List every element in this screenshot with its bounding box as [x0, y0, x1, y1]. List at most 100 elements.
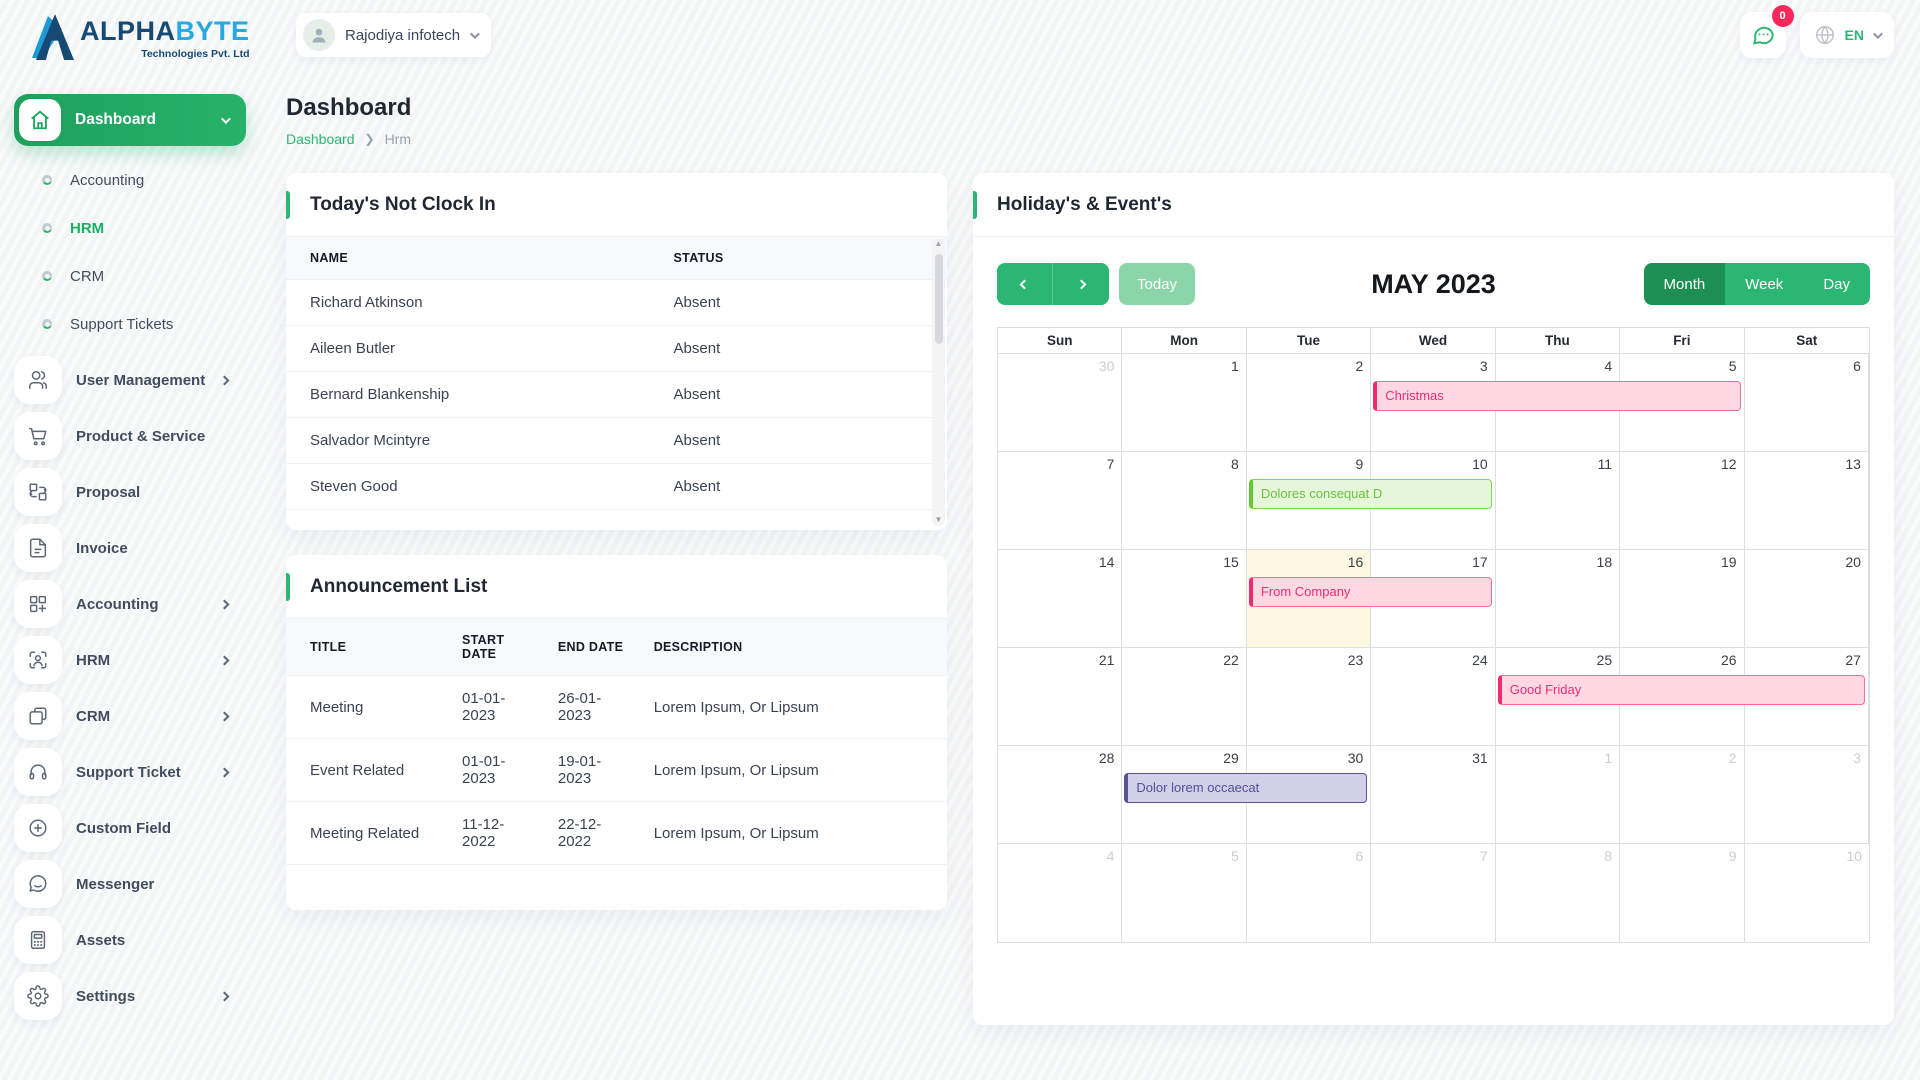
calendar-week-row: 1415 16 17 181920 From Company [998, 550, 1869, 648]
calendar-day-cell[interactable]: 28 [998, 746, 1122, 843]
sidebar-item-label: Assets [76, 932, 125, 949]
day-number: 25 [1597, 652, 1613, 668]
column-header: START DATE [438, 619, 534, 675]
calendar-view-week[interactable]: Week [1725, 263, 1803, 305]
day-number: 24 [1472, 652, 1488, 668]
calendar-day-cell[interactable]: 1 [1122, 354, 1246, 451]
calendar-day-cell[interactable]: 24 [1371, 648, 1495, 745]
sidebar-item-settings[interactable]: Settings [0, 968, 266, 1024]
day-number: 8 [1231, 456, 1239, 472]
proposal-icon [14, 468, 62, 516]
sidebar-subitem-support-tickets[interactable]: Support Tickets [0, 300, 266, 348]
table-row: Aileen ButlerAbsent [286, 326, 947, 372]
calendar-day-cell[interactable]: 4 [998, 844, 1122, 942]
calendar-day-cell[interactable]: 11 [1496, 452, 1620, 549]
day-number: 17 [1472, 554, 1488, 570]
breadcrumb-dashboard[interactable]: Dashboard [286, 131, 355, 147]
calendar-day-cell[interactable]: 15 [1122, 550, 1246, 647]
calendar-day-cell[interactable]: 5 [1122, 844, 1246, 942]
sidebar-item-proposal[interactable]: Proposal [0, 464, 266, 520]
calendar-day-cell[interactable]: 2 [1247, 354, 1371, 451]
sidebar-item-label: Invoice [76, 540, 128, 557]
calendar-day-cell[interactable]: 6 [1745, 354, 1869, 451]
calendar-day-cell[interactable]: 18 [1496, 550, 1620, 647]
day-number: 26 [1721, 652, 1737, 668]
calendar-day-cell[interactable]: 19 [1620, 550, 1744, 647]
day-number: 8 [1604, 848, 1612, 864]
calendar-day-cell[interactable]: 10 [1745, 844, 1869, 942]
calendar-view-month[interactable]: Month [1644, 263, 1726, 305]
sidebar-item-messenger[interactable]: Messenger [0, 856, 266, 912]
chevron-down-icon [1873, 29, 1883, 39]
table-row: Event Related01-01-202319-01-2023Lorem I… [286, 739, 947, 802]
sidebar-item-hrm[interactable]: HRM [0, 632, 266, 688]
calendar-day-cell[interactable]: 9 [1620, 844, 1744, 942]
table-cell: 01-01-2023 [438, 739, 534, 801]
sidebar-item-label: Dashboard [75, 111, 207, 129]
calendar-event[interactable]: Good Friday [1498, 675, 1865, 705]
calendar-day-cell[interactable]: 3 [1745, 746, 1869, 843]
calendar-day-cell[interactable]: 1 [1496, 746, 1620, 843]
calendar-dow-header: Sun [998, 328, 1122, 353]
workspace-name: Rajodiya infotech [345, 27, 460, 44]
day-number: 7 [1480, 848, 1488, 864]
sidebar-subitem-crm[interactable]: CRM [0, 252, 266, 300]
calendar-day-cell[interactable]: 7 [998, 452, 1122, 549]
brand-logo[interactable]: ALPHABYTE Technologies Pvt. Ltd [30, 12, 250, 60]
sidebar-item-assets[interactable]: Assets [0, 912, 266, 968]
calendar-event[interactable]: From Company [1249, 577, 1492, 607]
table-scrollbar[interactable]: ▲ ▼ [932, 238, 945, 526]
sidebar-item-product-service[interactable]: Product & Service [0, 408, 266, 464]
calendar-day-cell[interactable]: 30 [998, 354, 1122, 451]
chevron-right-icon [220, 655, 230, 665]
sidebar-item-dashboard[interactable]: Dashboard [14, 94, 246, 146]
sidebar-subitem-label: CRM [70, 268, 104, 285]
calendar-day-cell[interactable]: 21 [998, 648, 1122, 745]
day-number: 10 [1472, 456, 1488, 472]
day-number: 16 [1348, 554, 1364, 570]
day-number: 28 [1099, 750, 1115, 766]
calendar-day-cell[interactable]: 6 [1247, 844, 1371, 942]
scroll-down-icon[interactable]: ▼ [935, 516, 943, 524]
sidebar-item-accounting[interactable]: Accounting [0, 576, 266, 632]
calendar-day-cell[interactable]: 22 [1122, 648, 1246, 745]
calendar-day-cell[interactable]: 8 [1496, 844, 1620, 942]
sidebar-item-custom-field[interactable]: Custom Field [0, 800, 266, 856]
sidebar-subitem-accounting[interactable]: Accounting [0, 156, 266, 204]
sidebar-item-crm[interactable]: CRM [0, 688, 266, 744]
scrollbar-thumb[interactable] [935, 254, 943, 344]
sidebar-item-label: Settings [76, 988, 135, 1005]
bullet-icon [42, 175, 52, 185]
sidebar-item-support-ticket[interactable]: Support Ticket [0, 744, 266, 800]
sidebar-subitem-hrm[interactable]: HRM [0, 204, 266, 252]
language-selector[interactable]: EN [1800, 12, 1894, 58]
sidebar-item-invoice[interactable]: Invoice [0, 520, 266, 576]
announcement-table: TITLESTART DATEEND DATEDESCRIPTIONMeetin… [286, 619, 947, 865]
calendar-day-cell[interactable]: 2 [1620, 746, 1744, 843]
calendar-event[interactable]: Dolor lorem occaecat [1124, 773, 1367, 803]
day-number: 2 [1355, 358, 1363, 374]
day-number: 12 [1721, 456, 1737, 472]
workspace-selector[interactable]: Rajodiya infotech [296, 13, 491, 57]
calendar-week-row: 456 7 8910 [998, 844, 1869, 942]
messages-button[interactable]: 0 [1740, 12, 1786, 58]
calendar-day-cell[interactable]: 8 [1122, 452, 1246, 549]
column-header: DESCRIPTION [630, 626, 947, 668]
sidebar-item-label: Custom Field [76, 820, 171, 837]
table-cell: Absent [650, 418, 947, 463]
calendar-day-cell[interactable]: 7 [1371, 844, 1495, 942]
calendar-day-cell[interactable]: 31 [1371, 746, 1495, 843]
calendar-view-day[interactable]: Day [1803, 263, 1870, 305]
avatar [303, 19, 335, 51]
calendar-day-cell[interactable]: 13 [1745, 452, 1869, 549]
calendar-event[interactable]: Dolores consequat D [1249, 479, 1492, 509]
scroll-up-icon[interactable]: ▲ [935, 240, 943, 248]
sidebar-item-user-management[interactable]: User Management [0, 352, 266, 408]
table-header-row: NAMESTATUS [286, 237, 947, 280]
calendar-day-cell[interactable]: 12 [1620, 452, 1744, 549]
calendar-event[interactable]: Christmas [1373, 381, 1740, 411]
calendar-day-cell[interactable]: 20 [1745, 550, 1869, 647]
calendar-day-cell[interactable]: 14 [998, 550, 1122, 647]
calendar-day-cell[interactable]: 23 [1247, 648, 1371, 745]
table-cell: Meeting Related [286, 811, 438, 856]
